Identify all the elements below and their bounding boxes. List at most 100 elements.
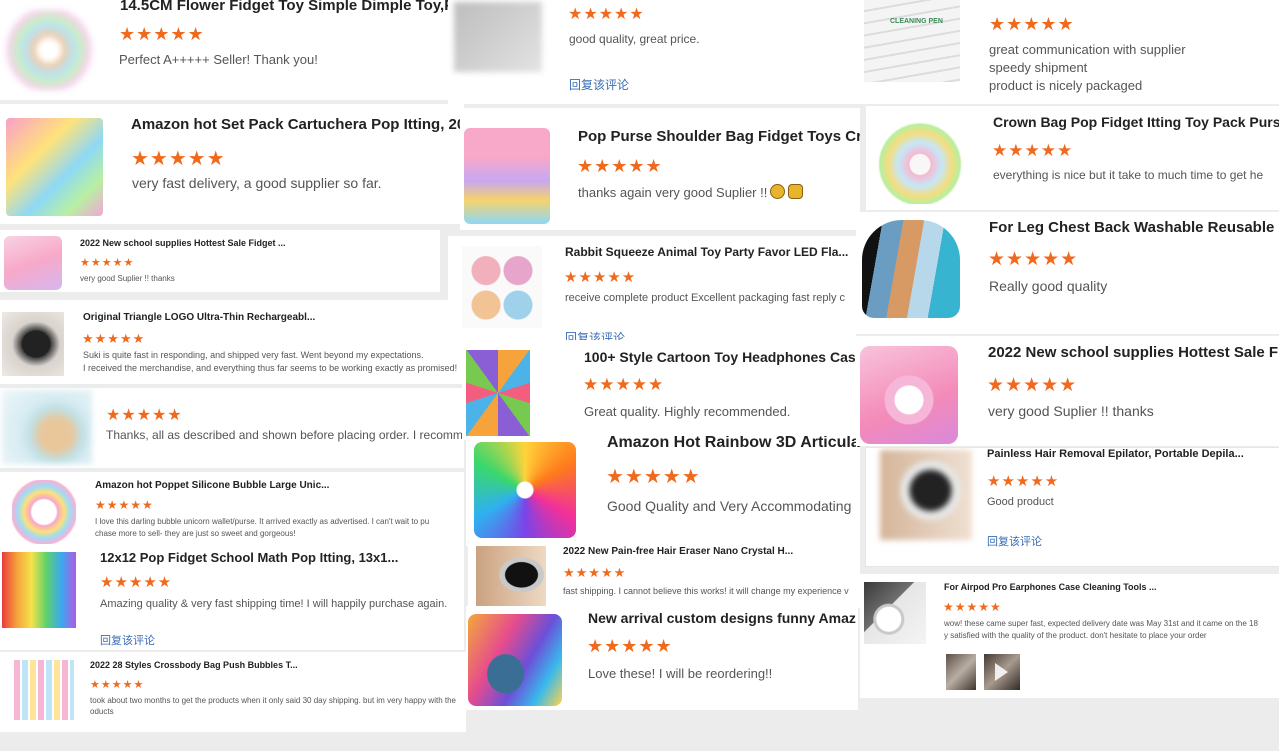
product-title[interactable]: 2022 28 Styles Crossbody Bag Push Bubble…: [90, 660, 298, 670]
review-card: Rabbit Squeeze Animal Toy Party Favor LE…: [448, 236, 856, 348]
review-text: good quality, great price.: [569, 32, 700, 46]
product-title[interactable]: 2022 New school supplies Hottest Sale Fi: [988, 344, 1279, 361]
review-card: For Airpod Pro Earphones Case Cleaning T…: [860, 574, 1279, 698]
review-text: very fast delivery, a good supplier so f…: [132, 175, 382, 191]
rating-stars: ★★★★★: [988, 249, 1079, 270]
product-title[interactable]: Crown Bag Pop Fidget Itting Toy Pack Pur…: [993, 114, 1279, 130]
product-thumbnail[interactable]: [860, 346, 958, 444]
product-thumbnail[interactable]: [464, 128, 550, 224]
product-thumbnail[interactable]: [476, 546, 546, 608]
product-title[interactable]: 2022 New school supplies Hottest Sale Fi…: [80, 238, 286, 248]
product-title[interactable]: Amazon hot Poppet Silicone Bubble Large …: [95, 480, 329, 491]
product-title[interactable]: Painless Hair Removal Epilator, Portable…: [987, 448, 1244, 460]
review-text-line: chase more to sell- they are just so swe…: [95, 529, 296, 538]
product-thumbnail[interactable]: [6, 118, 103, 216]
reply-link[interactable]: 回复该评论: [987, 533, 1042, 549]
product-thumbnail[interactable]: [454, 2, 542, 72]
rating-stars: ★★★★★: [606, 466, 701, 488]
review-text-line: great communication with supplier: [989, 42, 1186, 57]
product-thumbnail[interactable]: [2, 552, 76, 628]
review-card: ★★★★★ Thanks, all as described and shown…: [0, 388, 464, 468]
review-card: Crown Bag Pop Fidget Itting Toy Pack Pur…: [866, 106, 1279, 210]
reply-link[interactable]: 回复该评论: [100, 632, 155, 648]
product-thumbnail[interactable]: [14, 660, 74, 720]
product-title[interactable]: 12x12 Pop Fidget School Math Pop Itting,…: [100, 550, 398, 565]
product-thumbnail[interactable]: [880, 450, 972, 540]
product-title[interactable]: Original Triangle LOGO Ultra-Thin Rechar…: [83, 312, 315, 323]
product-title[interactable]: 100+ Style Cartoon Toy Headphones Case: [584, 349, 858, 365]
review-text: Thanks, all as described and shown befor…: [106, 428, 464, 442]
review-text: Perfect A+++++ Seller! Thank you!: [119, 52, 318, 67]
review-card: Amazon Hot Rainbow 3D Articulat ★★★★★ Go…: [466, 436, 860, 546]
product-thumbnail[interactable]: [864, 582, 926, 644]
rating-stars: ★★★★★: [564, 269, 637, 286]
review-text: Good Quality and Very Accommodating: [607, 498, 852, 514]
review-text-line: product is nicely packaged: [989, 78, 1143, 93]
product-thumbnail[interactable]: [468, 614, 562, 706]
rating-stars: ★★★★★: [95, 498, 154, 512]
clapping-hands-icon: [788, 184, 804, 199]
review-text-line: I received the merchandise, and everythi…: [83, 363, 458, 373]
rating-stars: ★★★★★: [563, 565, 627, 580]
product-title[interactable]: 14.5CM Flower Fidget Toy Simple Dimple T…: [120, 0, 450, 14]
review-card: 100+ Style Cartoon Toy Headphones Case ★…: [462, 340, 858, 440]
review-text-line: oducts: [90, 707, 114, 716]
rating-stars: ★★★★★: [987, 473, 1060, 490]
review-text: Really good quality: [989, 278, 1108, 294]
product-thumbnail[interactable]: [4, 236, 62, 290]
review-video[interactable]: [984, 654, 1020, 690]
review-text: thanks again very good Suplier !!: [578, 184, 804, 200]
product-thumbnail[interactable]: [874, 116, 966, 204]
rating-stars: ★★★★★: [943, 600, 1002, 614]
review-text: fast shipping. I cannot believe this wor…: [563, 586, 849, 596]
reply-link[interactable]: 回复该评论: [569, 76, 629, 93]
review-text-line: wow! these came super fast, expected del…: [944, 619, 1258, 628]
product-title[interactable]: For Airpod Pro Earphones Case Cleaning T…: [944, 582, 1157, 592]
review-text: very good Suplier !! thanks: [988, 403, 1154, 419]
review-card: Amazon hot Set Pack Cartuchera Pop Ittin…: [0, 104, 464, 224]
rating-stars: ★★★★★: [80, 257, 135, 269]
rating-stars: ★★★★★: [119, 24, 205, 44]
product-thumbnail[interactable]: [2, 390, 92, 464]
review-text-line: y satisfied with the quality of the prod…: [944, 631, 1207, 640]
review-card: 12x12 Pop Fidget School Math Pop Itting,…: [0, 546, 464, 650]
review-card: 2022 New Pain-free Hair Eraser Nano Crys…: [468, 542, 860, 608]
product-title[interactable]: Pop Purse Shoulder Bag Fidget Toys Cros: [578, 128, 860, 145]
review-card: Painless Hair Removal Epilator, Portable…: [866, 448, 1279, 566]
rating-stars: ★★★★★: [987, 375, 1078, 396]
product-title[interactable]: For Leg Chest Back Washable Reusable F: [989, 219, 1279, 236]
product-thumbnail[interactable]: [12, 480, 76, 544]
review-card: 2022 New school supplies Hottest Sale Fi…: [856, 336, 1279, 446]
review-card: Amazon hot Poppet Silicone Bubble Large …: [0, 472, 464, 548]
review-text: receive complete product Excellent packa…: [565, 292, 846, 304]
product-title[interactable]: Amazon hot Set Pack Cartuchera Pop Ittin…: [131, 116, 464, 133]
review-photo[interactable]: [946, 654, 976, 690]
review-card: Pop Purse Shoulder Bag Fidget Toys Cros …: [460, 108, 860, 230]
review-text: Amazing quality & very fast shipping tim…: [100, 598, 448, 610]
rating-stars: ★★★★★: [100, 574, 173, 591]
product-title[interactable]: 2022 New Pain-free Hair Eraser Nano Crys…: [563, 546, 793, 557]
product-thumbnail[interactable]: [474, 442, 576, 538]
review-text-content: thanks again very good Suplier !!: [578, 185, 768, 200]
product-thumbnail[interactable]: [2, 312, 64, 376]
review-text: Love these! I will be reordering!!: [588, 666, 773, 681]
rating-stars: ★★★★★: [587, 636, 673, 656]
rating-stars: ★★★★★: [131, 148, 226, 170]
product-title[interactable]: New arrival custom designs funny Amaz: [588, 610, 856, 626]
rating-stars: ★★★★★: [82, 331, 146, 346]
rating-stars: ★★★★★: [106, 407, 183, 424]
product-title[interactable]: Amazon Hot Rainbow 3D Articulat: [607, 436, 860, 452]
rating-stars: ★★★★★: [992, 141, 1074, 160]
review-text: everything is nice but it take to much t…: [993, 168, 1264, 182]
product-title[interactable]: Rabbit Squeeze Animal Toy Party Favor LE…: [565, 245, 848, 259]
review-text: Great quality. Highly recommended.: [584, 404, 791, 419]
product-thumbnail[interactable]: [4, 10, 94, 90]
play-icon: [995, 663, 1008, 681]
product-thumbnail[interactable]: [462, 246, 542, 328]
product-thumbnail[interactable]: CLEANING PEN: [864, 0, 960, 82]
product-thumbnail[interactable]: [466, 350, 530, 436]
review-card: 2022 28 Styles Crossbody Bag Push Bubble…: [0, 652, 466, 732]
product-thumbnail[interactable]: [862, 220, 960, 318]
rating-stars: ★★★★★: [568, 6, 645, 23]
review-text-line: I love this darling bubble unicorn walle…: [95, 517, 430, 526]
